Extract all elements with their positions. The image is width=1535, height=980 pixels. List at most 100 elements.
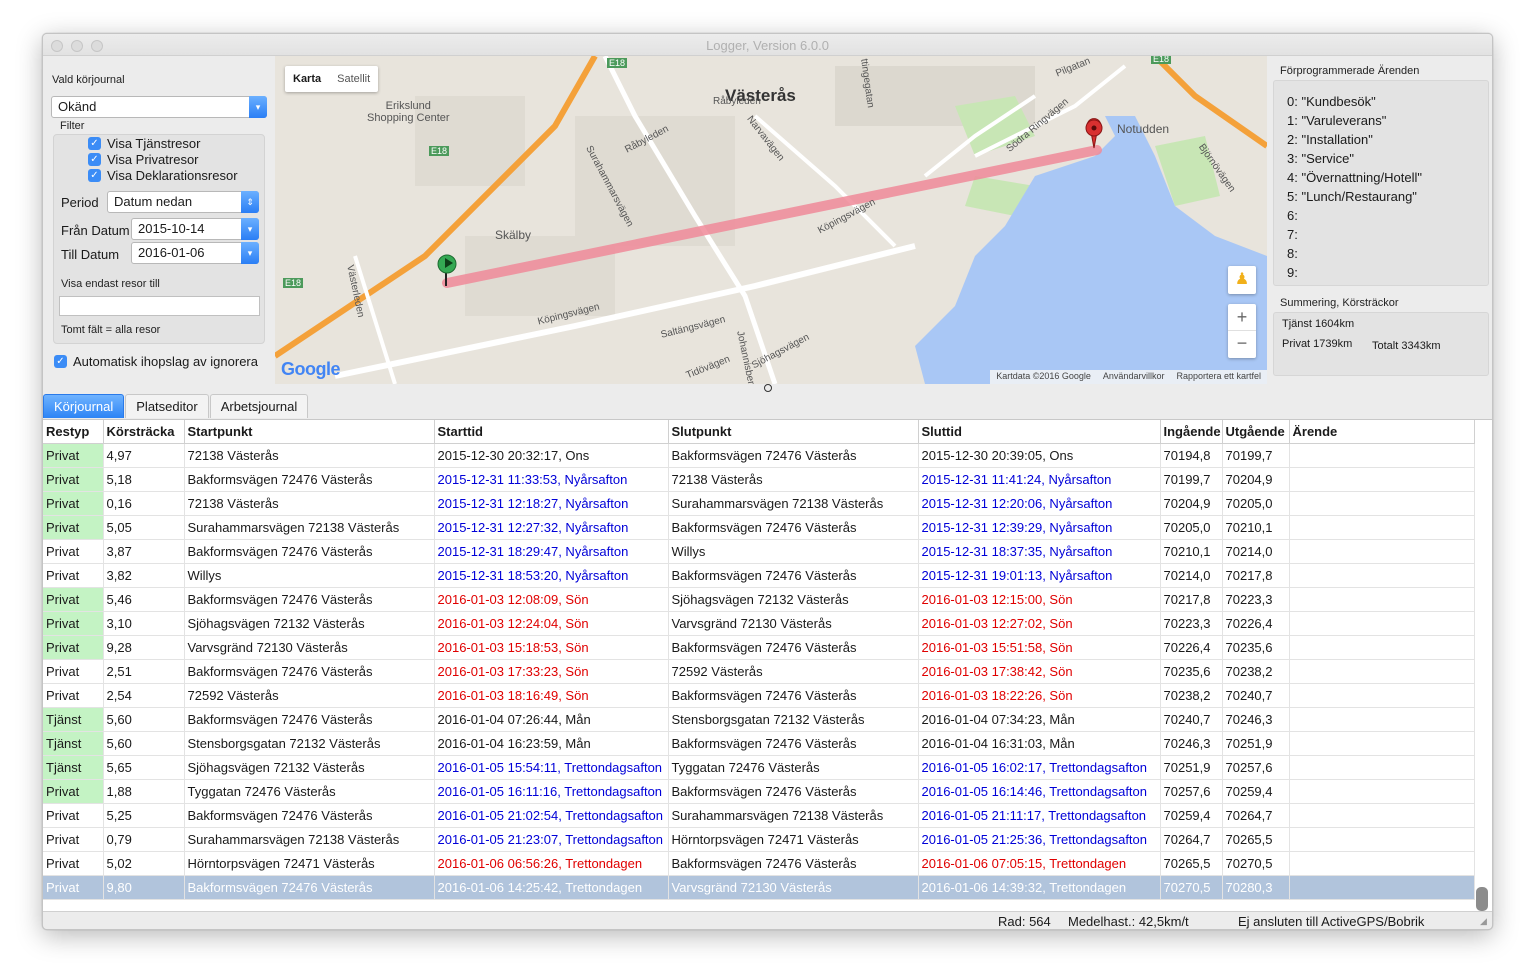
cell-arende bbox=[1289, 659, 1475, 684]
cell-dist: 5,05 bbox=[103, 515, 185, 540]
column-header-arende[interactable]: Ärende bbox=[1289, 420, 1475, 444]
cell-sluttid: 2015-12-31 11:41:24, Nyårsafton bbox=[918, 467, 1161, 492]
resize-grip-icon[interactable]: ◢ bbox=[1480, 916, 1487, 927]
table-row[interactable]: Privat 9,28 Varvsgränd 72130 Västerås 2016-… bbox=[43, 635, 1475, 660]
arenden-title: Förprogrammerade Ärenden bbox=[1280, 65, 1420, 77]
cell-dist: 9,28 bbox=[103, 635, 185, 660]
cell-sluttid: 2016-01-05 16:14:46, Trettondagsafton bbox=[918, 779, 1161, 804]
column-header-slutpunkt[interactable]: Slutpunkt bbox=[668, 420, 919, 444]
checkbox-auto-merge[interactable]: ✓ Automatisk ihopslag av ignorera bbox=[54, 354, 258, 369]
column-header-restyp[interactable]: Restyp bbox=[43, 420, 104, 444]
to-date-field[interactable]: 2016-01-06 ▾ bbox=[131, 242, 259, 264]
tab-korjournal[interactable]: Körjournal bbox=[43, 394, 125, 418]
map-label-e18-a: E18 bbox=[607, 58, 628, 68]
table-row[interactable]: Tjänst 5,60 Bakformsvägen 72476 Västerås 20… bbox=[43, 707, 1475, 732]
map-report-link[interactable]: Rapportera ett kartfel bbox=[1176, 371, 1261, 383]
zoom-in-button[interactable]: + bbox=[1228, 304, 1256, 331]
arende-item: 8: bbox=[1287, 246, 1298, 261]
table-row[interactable]: Privat 5,02 Hörntorpsvägen 72471 Västerås 2… bbox=[43, 851, 1475, 876]
cell-in: 70235,6 bbox=[1160, 659, 1223, 684]
table-row[interactable]: Privat 1,88 Tyggatan 72476 Västerås 2016-01… bbox=[43, 779, 1475, 804]
tab-platseditor[interactable]: Platseditor bbox=[125, 394, 209, 418]
cell-starttid: 2016-01-05 21:02:54, Trettondagsafton bbox=[434, 803, 669, 828]
tab-arbetsjournal[interactable]: Arbetsjournal bbox=[209, 394, 309, 418]
map-type-satellit[interactable]: Satellit bbox=[329, 66, 378, 92]
cell-restyp: Privat bbox=[43, 875, 104, 900]
cell-out: 70199,7 bbox=[1222, 443, 1290, 468]
summary-tjanst: Tjänst 1604km bbox=[1282, 318, 1355, 330]
table-row[interactable]: Privat 0,16 72138 Västerås 2015-12-31 12:18… bbox=[43, 491, 1475, 516]
checkbox-deklarationsresor[interactable]: ✓ Visa Deklarationsresor bbox=[88, 168, 238, 183]
table-row[interactable]: Privat 0,79 Surahammarsvägen 72138 Västerå… bbox=[43, 827, 1475, 852]
table-row[interactable]: Privat 3,87 Bakformsvägen 72476 Västerås 20… bbox=[43, 539, 1475, 564]
cell-in: 70240,7 bbox=[1160, 707, 1223, 732]
table-row[interactable]: Privat 5,18 Bakformsvägen 72476 Västerås 20… bbox=[43, 467, 1475, 492]
period-label: Period bbox=[61, 195, 99, 210]
filter-panel: Vald körjournal Okänd ▾ Filter ✓ Visa Tj… bbox=[50, 56, 275, 376]
checkbox-label: Visa Deklarationsresor bbox=[107, 168, 238, 183]
column-header-korstracka[interactable]: Körsträcka bbox=[103, 420, 185, 444]
map-terms-link[interactable]: Användarvillkor bbox=[1103, 371, 1165, 383]
table-row[interactable]: Privat 9,80 Bakformsvägen 72476 Västerås 20… bbox=[43, 875, 1475, 900]
period-select[interactable]: Datum nedan ⇕ bbox=[107, 191, 259, 213]
only-destination-input[interactable] bbox=[59, 296, 260, 316]
from-date-field[interactable]: 2015-10-14 ▾ bbox=[131, 218, 259, 240]
cell-starttid: 2016-01-05 15:54:11, Trettondagsafton bbox=[434, 755, 669, 780]
table-row[interactable]: Privat 5,05 Surahammarsvägen 72138 Västerå… bbox=[43, 515, 1475, 540]
checkbox-privatresor[interactable]: ✓ Visa Privatresor bbox=[88, 152, 199, 167]
cell-dist: 3,82 bbox=[103, 563, 185, 588]
chevron-updown-icon[interactable]: ⇕ bbox=[241, 191, 259, 213]
checkmark-icon: ✓ bbox=[54, 355, 67, 368]
cell-in: 70226,4 bbox=[1160, 635, 1223, 660]
table-row[interactable]: Privat 5,25 Bakformsvägen 72476 Västerås 20… bbox=[43, 803, 1475, 828]
table-row[interactable]: Privat 5,46 Bakformsvägen 72476 Västerås 20… bbox=[43, 587, 1475, 612]
cell-starttid: 2015-12-30 20:32:17, Ons bbox=[434, 443, 669, 468]
table-row[interactable]: Privat 2,51 Bakformsvägen 72476 Västerås 20… bbox=[43, 659, 1475, 684]
chevron-down-icon[interactable]: ▾ bbox=[241, 218, 259, 240]
column-header-starttid[interactable]: Starttid bbox=[434, 420, 669, 444]
chevron-down-icon[interactable]: ▾ bbox=[241, 242, 259, 264]
google-logo: Google bbox=[281, 359, 341, 379]
table-row[interactable]: Privat 2,54 72592 Västerås 2016-01-03 18:16… bbox=[43, 683, 1475, 708]
table-scrollbar[interactable] bbox=[1476, 887, 1488, 911]
zoom-out-button[interactable]: − bbox=[1228, 331, 1256, 358]
table-row[interactable]: Privat 4,97 72138 Västerås 2015-12-30 20:32… bbox=[43, 443, 1475, 468]
map-type-karta[interactable]: Karta bbox=[285, 66, 329, 92]
map-view[interactable]: Karta Satellit Västerås Erikslund Shoppi… bbox=[275, 56, 1267, 384]
cell-dist: 3,10 bbox=[103, 611, 185, 636]
table-row[interactable]: Tjänst 5,65 Sjöhagsvägen 72132 Västerås 201… bbox=[43, 755, 1475, 780]
cell-start: Bakformsvägen 72476 Västerås bbox=[184, 659, 435, 684]
table-row[interactable]: Privat 3,82 Willys 2015-12-31 18:53:20, Nyå… bbox=[43, 563, 1475, 588]
cell-starttid: 2016-01-06 06:56:26, Trettondagen bbox=[434, 851, 669, 876]
checkbox-tjanstresor[interactable]: ✓ Visa Tjänstresor bbox=[88, 136, 200, 151]
cell-restyp: Tjänst bbox=[43, 731, 104, 756]
summary-privat: Privat 1739km bbox=[1282, 338, 1353, 350]
cell-in: 70246,3 bbox=[1160, 731, 1223, 756]
cell-in: 70251,9 bbox=[1160, 755, 1223, 780]
cell-dist: 4,97 bbox=[103, 443, 185, 468]
arende-item: 9: bbox=[1287, 265, 1298, 280]
journal-select[interactable]: Okänd ▾ bbox=[51, 96, 267, 118]
column-header-ingaende[interactable]: Ingående bbox=[1160, 420, 1223, 444]
cell-slut: Bakformsvägen 72476 Västerås bbox=[668, 683, 919, 708]
cell-sluttid: 2016-01-05 21:25:36, Trettondagsafton bbox=[918, 827, 1161, 852]
cell-start: Sjöhagsvägen 72132 Västerås bbox=[184, 611, 435, 636]
map-footer: Kartdata ©2016 Google Användarvillkor Ra… bbox=[990, 370, 1267, 384]
table-row[interactable]: Privat 3,10 Sjöhagsvägen 72132 Västerås 201… bbox=[43, 611, 1475, 636]
arenden-list: 0: "Kundbesök" 1: "Varuleverans" 2: "Ins… bbox=[1273, 80, 1489, 286]
journal-value: Okänd bbox=[58, 99, 97, 114]
cell-start: Bakformsvägen 72476 Västerås bbox=[184, 587, 435, 612]
splitter-handle[interactable] bbox=[764, 384, 772, 392]
table-header-row: Restyp Körsträcka Startpunkt Starttid Sl… bbox=[43, 420, 1475, 444]
table-row[interactable]: Tjänst 5,60 Stensborgsgatan 72132 Västerås… bbox=[43, 731, 1475, 756]
chevron-down-icon[interactable]: ▾ bbox=[249, 96, 267, 118]
arende-item: 5: "Lunch/Restaurang" bbox=[1287, 189, 1417, 204]
cell-dist: 5,25 bbox=[103, 803, 185, 828]
journal-label: Vald körjournal bbox=[52, 74, 125, 86]
column-header-utgaende[interactable]: Utgående bbox=[1222, 420, 1290, 444]
cell-out: 70210,1 bbox=[1222, 515, 1290, 540]
column-header-startpunkt[interactable]: Startpunkt bbox=[184, 420, 435, 444]
column-header-sluttid[interactable]: Sluttid bbox=[918, 420, 1161, 444]
cell-start: Tyggatan 72476 Västerås bbox=[184, 779, 435, 804]
street-view-pegman-icon[interactable]: ♟ bbox=[1228, 266, 1256, 294]
